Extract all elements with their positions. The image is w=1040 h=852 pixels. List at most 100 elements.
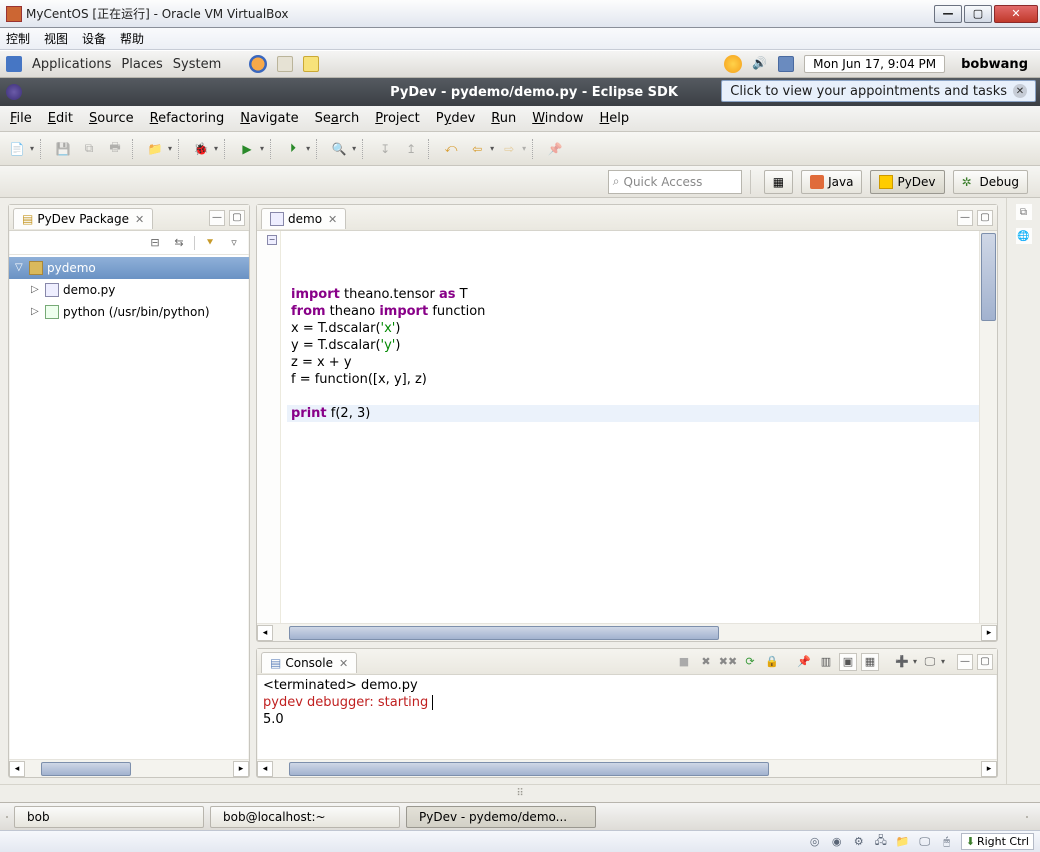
- filter-icon[interactable]: ⯆: [201, 234, 219, 252]
- console-select-console-icon[interactable]: ▦: [861, 653, 879, 671]
- code-line[interactable]: print f(2, 3): [287, 405, 979, 422]
- menu-edit[interactable]: Edit: [48, 111, 73, 126]
- console-open-console-icon[interactable]: ▣: [839, 653, 857, 671]
- vb-network-icon[interactable]: 🖧: [873, 834, 889, 850]
- view-menu-icon[interactable]: ▿: [225, 234, 243, 252]
- appointments-banner[interactable]: Click to view your appointments and task…: [721, 80, 1036, 102]
- console-terminate-icon[interactable]: ■: [675, 653, 693, 671]
- applications-menu[interactable]: Applications: [32, 57, 111, 72]
- firefox-launcher-icon[interactable]: [249, 55, 267, 73]
- last-edit-button[interactable]: ⤺: [440, 138, 462, 160]
- view-maximize-button[interactable]: ▢: [229, 210, 245, 226]
- taskbar-item-eclipse[interactable]: PyDev - pydemo/demo...: [406, 806, 596, 828]
- menu-pydev[interactable]: Pydev: [436, 111, 476, 126]
- vscroll-thumb[interactable]: [981, 233, 996, 321]
- menu-file[interactable]: File: [10, 111, 32, 126]
- hscroll-right-icon[interactable]: ▸: [981, 761, 997, 777]
- console-tab[interactable]: ▤ Console ✕: [261, 652, 357, 673]
- restore-view-icon[interactable]: ⧉: [1016, 204, 1032, 220]
- places-menu[interactable]: Places: [121, 57, 162, 72]
- code-line[interactable]: from theano import function: [287, 303, 979, 320]
- perspective-pydev[interactable]: PyDev: [870, 170, 944, 194]
- package-explorer-tab[interactable]: ▤ PyDev Package ✕: [13, 208, 153, 229]
- save-all-button[interactable]: ⧉: [78, 138, 100, 160]
- system-menu[interactable]: System: [173, 57, 221, 72]
- editor-minimize-button[interactable]: —: [957, 210, 973, 226]
- console-minimize-button[interactable]: —: [957, 654, 973, 670]
- console-remove-all-icon[interactable]: ✖✖: [719, 653, 737, 671]
- code-line[interactable]: z = x + y: [287, 354, 979, 371]
- code-line[interactable]: x = T.dscalar('x'): [287, 320, 979, 337]
- console-tab-close-icon[interactable]: ✕: [339, 657, 348, 670]
- console-remove-icon[interactable]: ✖: [697, 653, 715, 671]
- vb-mouse-icon[interactable]: 🖱: [939, 834, 955, 850]
- new-project-button[interactable]: 📁: [144, 138, 166, 160]
- taskbar-item-terminal[interactable]: bob@localhost:~: [210, 806, 400, 828]
- system-menu-icon[interactable]: [6, 56, 22, 72]
- code-line[interactable]: y = T.dscalar('y'): [287, 337, 979, 354]
- run-button[interactable]: ▶: [236, 138, 258, 160]
- hscroll-thumb[interactable]: [41, 762, 131, 776]
- console-output[interactable]: <terminated> demo.py pydev debugger: sta…: [257, 675, 997, 759]
- search-button[interactable]: 🔍: [328, 138, 350, 160]
- debug-button[interactable]: 🐞: [190, 138, 212, 160]
- back-button[interactable]: ⇦: [466, 138, 488, 160]
- package-explorer-tree[interactable]: ▽ pydemo ▷ demo.py ▷ python (/usr/bin/py…: [9, 255, 249, 759]
- package-explorer-close-icon[interactable]: ✕: [135, 213, 144, 226]
- menu-window[interactable]: Window: [532, 111, 583, 126]
- new-button[interactable]: 📄: [6, 138, 28, 160]
- editor-gutter[interactable]: [257, 231, 281, 623]
- gedit-launcher-icon[interactable]: [303, 56, 319, 72]
- open-perspective-button[interactable]: ▦: [764, 170, 793, 194]
- menu-run[interactable]: Run: [491, 111, 516, 126]
- console-new-icon[interactable]: ➕: [893, 653, 911, 671]
- taskbar-item-bob[interactable]: bob: [14, 806, 204, 828]
- perspective-debug[interactable]: ✲Debug: [953, 170, 1028, 194]
- view-minimize-button[interactable]: —: [209, 210, 225, 226]
- menu-navigate[interactable]: Navigate: [240, 111, 298, 126]
- quick-access-input[interactable]: ⌕ Quick Access: [608, 170, 742, 194]
- hscroll-thumb[interactable]: [289, 626, 719, 640]
- show-desktop-icon[interactable]: [6, 816, 8, 818]
- vb-shared-folder-icon[interactable]: 📁: [895, 834, 911, 850]
- vb-hdd-icon[interactable]: ◎: [807, 834, 823, 850]
- code-line[interactable]: [287, 388, 979, 405]
- console-display-icon[interactable]: 🖵: [921, 653, 939, 671]
- user-menu[interactable]: bobwang: [961, 57, 1028, 72]
- workspace-switcher-icon[interactable]: [1026, 816, 1028, 818]
- vb-menu-view[interactable]: 视图: [44, 30, 68, 47]
- prev-annotation-button[interactable]: ↥: [400, 138, 422, 160]
- console-clear-icon[interactable]: ⟳: [741, 653, 759, 671]
- minimize-button[interactable]: —: [934, 5, 962, 23]
- hscroll-thumb[interactable]: [289, 762, 769, 776]
- editor-tab-demo[interactable]: demo ✕: [261, 208, 346, 229]
- perspective-java[interactable]: Java: [801, 170, 862, 194]
- console-pin-icon[interactable]: 📌: [795, 653, 813, 671]
- hscroll-left-icon[interactable]: ◂: [257, 761, 273, 777]
- weather-icon[interactable]: [724, 55, 742, 73]
- console-scroll-lock-icon[interactable]: 🔒: [763, 653, 781, 671]
- pin-button[interactable]: 📌: [544, 138, 566, 160]
- forward-button[interactable]: ⇨: [498, 138, 520, 160]
- vb-menu-control[interactable]: 控制: [6, 30, 30, 47]
- editor-vscrollbar[interactable]: [979, 231, 997, 623]
- menu-source[interactable]: Source: [89, 111, 134, 126]
- package-explorer-hscrollbar[interactable]: ◂ ▸: [9, 759, 249, 777]
- next-annotation-button[interactable]: ↧: [374, 138, 396, 160]
- tree-item-interpreter[interactable]: ▷ python (/usr/bin/python): [9, 301, 249, 323]
- vb-cd-icon[interactable]: ◉: [829, 834, 845, 850]
- editor-maximize-button[interactable]: ▢: [977, 210, 993, 226]
- save-button[interactable]: 💾: [52, 138, 74, 160]
- vb-usb-icon[interactable]: ⚙: [851, 834, 867, 850]
- console-maximize-button[interactable]: ▢: [977, 654, 993, 670]
- run-last-button[interactable]: ⏵: [282, 138, 304, 160]
- hscroll-left-icon[interactable]: ◂: [9, 761, 25, 777]
- clock[interactable]: Mon Jun 17, 9:04 PM: [804, 55, 945, 73]
- vb-menu-help[interactable]: 帮助: [120, 30, 144, 47]
- vb-host-key[interactable]: ⬇ Right Ctrl: [961, 833, 1034, 850]
- hscroll-right-icon[interactable]: ▸: [233, 761, 249, 777]
- menu-search[interactable]: Search: [315, 111, 360, 126]
- editor-hscrollbar[interactable]: ◂ ▸: [257, 623, 997, 641]
- fold-collapse-icon[interactable]: −: [267, 235, 277, 245]
- network-icon[interactable]: [778, 56, 794, 72]
